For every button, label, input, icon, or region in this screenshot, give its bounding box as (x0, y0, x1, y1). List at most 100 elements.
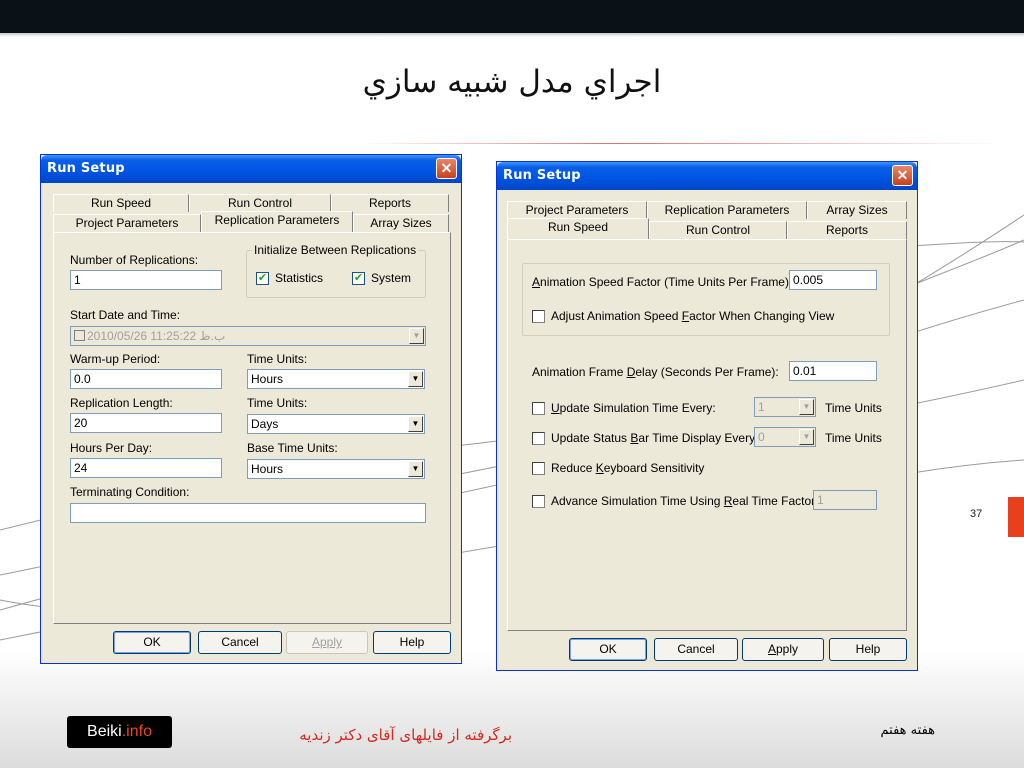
adjust-pre: Adjust Animation Speed (551, 309, 682, 323)
chevron-down-icon[interactable]: ▼ (408, 371, 423, 387)
logo-domain: .info (121, 723, 152, 740)
replication-time-units-value: Days (251, 417, 279, 431)
help-button[interactable]: Help (373, 631, 451, 654)
ok-button[interactable]: OK (113, 631, 191, 654)
animation-speed-input[interactable]: 0.005 (789, 270, 877, 290)
start-date-label: Start Date and Time: (70, 308, 181, 322)
tab-project-parameters[interactable]: Project Parameters (53, 214, 201, 232)
tab-run-control[interactable]: Run Control (649, 221, 787, 239)
time-units-label: Time Units (825, 431, 882, 445)
time-units-label: Time Units: (247, 352, 308, 366)
warmup-label: Warm-up Period: (70, 352, 161, 366)
start-date-value: 2010/05/26 11:25:22 ب.ظ (87, 329, 226, 343)
hours-per-day-input[interactable]: 24 (70, 458, 222, 478)
animation-speed-label: Animation Speed Factor (Time Units Per F… (532, 275, 792, 289)
base-time-units-select[interactable]: Hours ▼ (247, 459, 425, 479)
cancel-button[interactable]: Cancel (654, 638, 738, 661)
real-time-factor-input[interactable]: 1 (813, 490, 877, 510)
title-divider (362, 143, 1002, 144)
tab-reports[interactable]: Reports (787, 221, 907, 239)
run-setup-dialog-right: Run Setup ✕ Project Parameters Replicati… (496, 161, 918, 671)
ok-button[interactable]: OK (569, 638, 647, 661)
apply-post: pply (776, 642, 799, 656)
tab-run-control[interactable]: Run Control (189, 194, 331, 212)
logo: Beiki.info (67, 716, 172, 748)
replication-length-input[interactable]: 20 (70, 413, 222, 433)
tab-replication-parameters[interactable]: Replication Parameters (647, 201, 807, 219)
credit-text: برگرفته از فایلهای آقای دکتر زندیه (299, 726, 512, 744)
dialog-titlebar[interactable]: Run Setup ✕ (41, 155, 461, 183)
reduce-keyboard-label: Reduce Keyboard Sensitivity (551, 461, 704, 475)
advance-simulation-checkbox[interactable] (532, 495, 545, 508)
chevron-down-icon[interactable]: ▼ (799, 429, 814, 445)
adjust-post: actor When Changing View (689, 309, 835, 323)
tab-run-speed[interactable]: Run Speed (507, 218, 649, 239)
frame-delay-label: Animation Frame Delay (Seconds Per Frame… (532, 365, 779, 379)
start-date-checkbox[interactable] (74, 330, 85, 341)
close-icon[interactable]: ✕ (436, 158, 457, 179)
update-status-bar-checkbox[interactable] (532, 432, 545, 445)
update-status-bar-value: 0 (758, 430, 765, 444)
num-replications-label: Number of Replications: (70, 253, 199, 267)
warmup-time-units-value: Hours (251, 372, 284, 386)
cancel-button[interactable]: Cancel (198, 631, 282, 654)
system-label: System (371, 271, 412, 285)
dialog-titlebar[interactable]: Run Setup ✕ (497, 162, 917, 190)
run-speed-panel: Animation Speed Factor (Time Units Per F… (507, 239, 907, 631)
initialize-group-title: Initialize Between Replications (252, 243, 419, 257)
reduce-post: eyboard Sensitivity (603, 461, 705, 475)
adjust-u: F (681, 309, 690, 323)
apply-u: A (767, 642, 776, 656)
chevron-down-icon[interactable]: ▼ (409, 328, 424, 344)
tab-project-parameters[interactable]: Project Parameters (507, 201, 647, 219)
update-status-post: ar Time Display Every: (638, 431, 759, 445)
statistics-checkbox[interactable]: ✔ (256, 272, 269, 285)
reduce-pre: Reduce (551, 461, 596, 475)
adjust-animation-checkbox[interactable] (532, 310, 545, 323)
accent-bar (1008, 497, 1024, 537)
tab-reports[interactable]: Reports (331, 194, 449, 212)
update-sim-u: U (551, 401, 560, 415)
apply-button[interactable]: Apply (742, 638, 824, 661)
chevron-down-icon[interactable]: ▼ (799, 399, 814, 415)
apply-button[interactable]: Apply (286, 631, 368, 654)
replication-length-label: Replication Length: (70, 396, 173, 410)
reduce-keyboard-checkbox[interactable] (532, 462, 545, 475)
terminating-condition-input[interactable] (70, 503, 426, 523)
update-simulation-checkbox[interactable] (532, 402, 545, 415)
reduce-u: K (595, 461, 604, 475)
update-simulation-label: Update Simulation Time Every: (551, 401, 716, 415)
update-simulation-select[interactable]: 1 ▼ (754, 397, 816, 417)
chevron-down-icon[interactable]: ▼ (408, 461, 423, 477)
tab-array-sizes[interactable]: Array Sizes (353, 214, 449, 232)
update-sim-post: pdate Simulation Time Every: (559, 401, 716, 415)
base-time-units-label: Base Time Units: (247, 441, 338, 455)
warmup-input[interactable]: 0.0 (70, 369, 222, 389)
chevron-down-icon[interactable]: ▼ (408, 416, 423, 432)
animation-speed-u: A (532, 275, 541, 289)
frame-delay-input[interactable]: 0.01 (789, 361, 877, 381)
replication-time-units-select[interactable]: Days ▼ (247, 414, 425, 434)
warmup-time-units-select[interactable]: Hours ▼ (247, 369, 425, 389)
frame-delay-pre: Animation Frame (532, 365, 627, 379)
dialog-title: Run Setup (47, 161, 125, 176)
update-status-bar-label: Update Status Bar Time Display Every: (551, 431, 758, 445)
apply-underline: Apply (311, 635, 343, 649)
frame-delay-post: elay (Seconds Per Frame): (635, 365, 779, 379)
time-units-label: Time Units: (247, 396, 308, 410)
advance-simulation-label: Advance Simulation Time Using Real Time … (551, 494, 818, 508)
logo-main: Beiki (87, 723, 122, 740)
tab-array-sizes[interactable]: Array Sizes (807, 201, 907, 219)
system-checkbox[interactable]: ✔ (352, 272, 365, 285)
statistics-label: Statistics (275, 271, 324, 285)
close-icon[interactable]: ✕ (892, 165, 913, 186)
tab-run-speed[interactable]: Run Speed (53, 194, 189, 212)
help-button[interactable]: Help (829, 638, 907, 661)
hours-per-day-label: Hours Per Day: (70, 441, 153, 455)
run-setup-dialog-left: Run Setup ✕ Run Speed Run Control Report… (40, 154, 462, 664)
num-replications-input[interactable]: 1 (70, 270, 222, 290)
start-date-picker[interactable]: 2010/05/26 11:25:22 ب.ظ ▼ (70, 326, 426, 346)
tab-replication-parameters[interactable]: Replication Parameters (201, 211, 353, 232)
week-label: هفته هفتم (880, 723, 935, 738)
update-status-bar-select[interactable]: 0 ▼ (754, 427, 816, 447)
